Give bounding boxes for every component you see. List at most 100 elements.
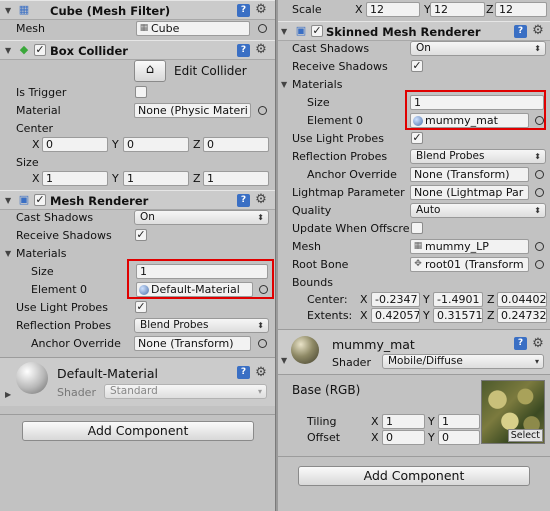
cast-shadows-dropdown[interactable]: On ⬍ bbox=[410, 41, 546, 56]
object-picker-icon[interactable] bbox=[258, 339, 267, 348]
tiling-x-field[interactable]: 1 bbox=[382, 414, 425, 429]
collapse-triangle-icon[interactable]: ▼ bbox=[281, 27, 287, 36]
center-y-field[interactable]: 0 bbox=[123, 137, 189, 152]
cast-shadows-value: On bbox=[140, 211, 155, 223]
object-picker-icon[interactable] bbox=[535, 188, 544, 197]
skinned-mesh-renderer-header[interactable]: ▼ ▣ ✓ Skinned Mesh Renderer ? ⚙ bbox=[278, 21, 550, 41]
scale-x-field[interactable]: 12 bbox=[366, 2, 420, 17]
is-trigger-checkbox[interactable] bbox=[135, 86, 147, 98]
element0-label: Element 0 bbox=[31, 283, 88, 296]
size-y-field[interactable]: 1 bbox=[123, 171, 189, 186]
box-collider-header[interactable]: ▼ ◆ ✓ Box Collider ? ⚙ bbox=[0, 40, 275, 60]
separator bbox=[0, 414, 275, 415]
offset-x-field[interactable]: 0 bbox=[382, 430, 425, 445]
receive-shadows-checkbox[interactable]: ✓ bbox=[135, 229, 147, 241]
bounds-center-y-field[interactable]: -1.4901 bbox=[433, 292, 483, 307]
use-light-probes-checkbox[interactable]: ✓ bbox=[135, 301, 147, 313]
skinned-enabled-checkbox[interactable]: ✓ bbox=[311, 25, 323, 37]
gear-icon[interactable]: ⚙ bbox=[254, 366, 268, 380]
material-name: mummy_mat bbox=[332, 337, 415, 352]
gear-icon[interactable]: ⚙ bbox=[531, 337, 545, 351]
bounds-extents-z-label: Z bbox=[487, 309, 495, 322]
materials-triangle-icon[interactable]: ▼ bbox=[281, 80, 287, 89]
cast-shadows-dropdown[interactable]: On ⬍ bbox=[134, 210, 269, 225]
mesh-filter-header[interactable]: ▼ ▦ Cube (Mesh Filter) ? ⚙ bbox=[0, 0, 275, 20]
expand-triangle-icon[interactable]: ▼ bbox=[281, 356, 287, 365]
reflection-probes-dropdown[interactable]: Blend Probes ⬍ bbox=[134, 318, 269, 333]
bounds-center-x-field[interactable]: -0.2347 bbox=[371, 292, 420, 307]
physic-material-field[interactable]: None (Physic Materi bbox=[134, 103, 251, 118]
anchor-override-field[interactable]: None (Transform) bbox=[134, 336, 251, 351]
mesh-renderer-header[interactable]: ▼ ▣ ✓ Mesh Renderer ? ⚙ bbox=[0, 190, 275, 210]
update-when-offscreen-checkbox[interactable] bbox=[411, 222, 423, 234]
bounds-extents-x-field[interactable]: 0.42057 bbox=[371, 308, 420, 323]
help-icon[interactable]: ? bbox=[514, 337, 527, 350]
cast-shadows-label: Cast Shadows bbox=[16, 211, 94, 224]
gear-icon[interactable]: ⚙ bbox=[254, 193, 268, 207]
box-collider-enabled-checkbox[interactable]: ✓ bbox=[34, 44, 46, 56]
offset-y-field[interactable]: 0 bbox=[438, 430, 480, 445]
bounds-center-x-label: X bbox=[360, 293, 368, 306]
size-x-field[interactable]: 1 bbox=[42, 171, 108, 186]
help-icon[interactable]: ? bbox=[237, 194, 250, 207]
add-component-button[interactable]: Add Component bbox=[298, 466, 530, 486]
object-picker-icon[interactable] bbox=[535, 170, 544, 179]
mesh-label: Mesh bbox=[16, 22, 45, 35]
base-texture-thumbnail[interactable]: Select bbox=[481, 380, 545, 444]
use-light-probes-checkbox[interactable]: ✓ bbox=[411, 132, 423, 144]
bounds-center-z-field[interactable]: 0.04402 bbox=[497, 292, 547, 307]
shader-label: Shader bbox=[57, 386, 96, 399]
object-picker-icon[interactable] bbox=[535, 242, 544, 251]
object-picker-icon[interactable] bbox=[258, 24, 267, 33]
collapse-triangle-icon[interactable]: ▼ bbox=[5, 46, 11, 55]
receive-shadows-checkbox[interactable]: ✓ bbox=[411, 60, 423, 72]
help-icon[interactable]: ? bbox=[237, 366, 250, 379]
mesh-field[interactable]: ▦ Cube bbox=[136, 21, 250, 36]
separator bbox=[278, 374, 550, 375]
dropdown-arrows-icon: ⬍ bbox=[257, 213, 264, 222]
cast-shadows-label: Cast Shadows bbox=[292, 42, 370, 55]
skinned-mesh-renderer-title: Skinned Mesh Renderer bbox=[326, 25, 481, 39]
gear-icon[interactable]: ⚙ bbox=[254, 3, 268, 17]
collapse-triangle-icon[interactable]: ▼ bbox=[5, 196, 11, 205]
object-picker-icon[interactable] bbox=[535, 260, 544, 269]
help-icon[interactable]: ? bbox=[514, 25, 527, 38]
help-icon[interactable]: ? bbox=[237, 4, 250, 17]
materials-triangle-icon[interactable]: ▼ bbox=[5, 249, 11, 258]
box-collider-icon: ◆ bbox=[19, 43, 29, 56]
materials-label: Materials bbox=[16, 247, 67, 260]
mesh-field[interactable]: ▦ mummy_LP bbox=[410, 239, 529, 254]
collapse-triangle-icon[interactable]: ▼ bbox=[5, 6, 11, 15]
mesh-renderer-enabled-checkbox[interactable]: ✓ bbox=[34, 194, 46, 206]
highlight-box bbox=[127, 259, 274, 299]
shader-dropdown: Standard ▾ bbox=[104, 384, 267, 399]
gear-icon[interactable]: ⚙ bbox=[254, 43, 268, 57]
reflection-probes-value: Blend Probes bbox=[416, 150, 485, 162]
edit-collider-button[interactable]: ⌂ bbox=[134, 60, 166, 82]
help-icon[interactable]: ? bbox=[237, 44, 250, 57]
anchor-override-field[interactable]: None (Transform) bbox=[410, 167, 529, 182]
scale-z-field[interactable]: 12 bbox=[495, 2, 547, 17]
bounds-extents-y-field[interactable]: 0.31571 bbox=[433, 308, 483, 323]
tiling-y-field[interactable]: 1 bbox=[438, 414, 480, 429]
expand-triangle-icon[interactable]: ▶ bbox=[5, 390, 11, 399]
scale-y-field[interactable]: 12 bbox=[430, 2, 485, 17]
texture-select-button[interactable]: Select bbox=[507, 429, 543, 442]
object-picker-icon[interactable] bbox=[258, 106, 267, 115]
dropdown-arrows-icon: ⬍ bbox=[534, 152, 541, 161]
gear-icon[interactable]: ⚙ bbox=[531, 24, 545, 38]
center-z-field[interactable]: 0 bbox=[203, 137, 269, 152]
dropdown-arrow-icon: ▾ bbox=[257, 387, 262, 396]
quality-dropdown[interactable]: Auto ⬍ bbox=[410, 203, 546, 218]
center-x-field[interactable]: 0 bbox=[42, 137, 108, 152]
shader-dropdown[interactable]: Mobile/Diffuse ▾ bbox=[382, 354, 544, 369]
add-component-button[interactable]: Add Component bbox=[22, 421, 254, 441]
shader-label: Shader bbox=[332, 356, 371, 369]
mesh-icon: ▦ bbox=[139, 23, 149, 33]
reflection-probes-dropdown[interactable]: Blend Probes ⬍ bbox=[410, 149, 546, 164]
size-y-label: Y bbox=[112, 172, 119, 185]
size-z-field[interactable]: 1 bbox=[203, 171, 269, 186]
root-bone-field[interactable]: ✥ root01 (Transform bbox=[410, 257, 529, 272]
bounds-extents-z-field[interactable]: 0.24732 bbox=[497, 308, 547, 323]
lightmap-parameters-field[interactable]: None (Lightmap Par bbox=[410, 185, 529, 200]
